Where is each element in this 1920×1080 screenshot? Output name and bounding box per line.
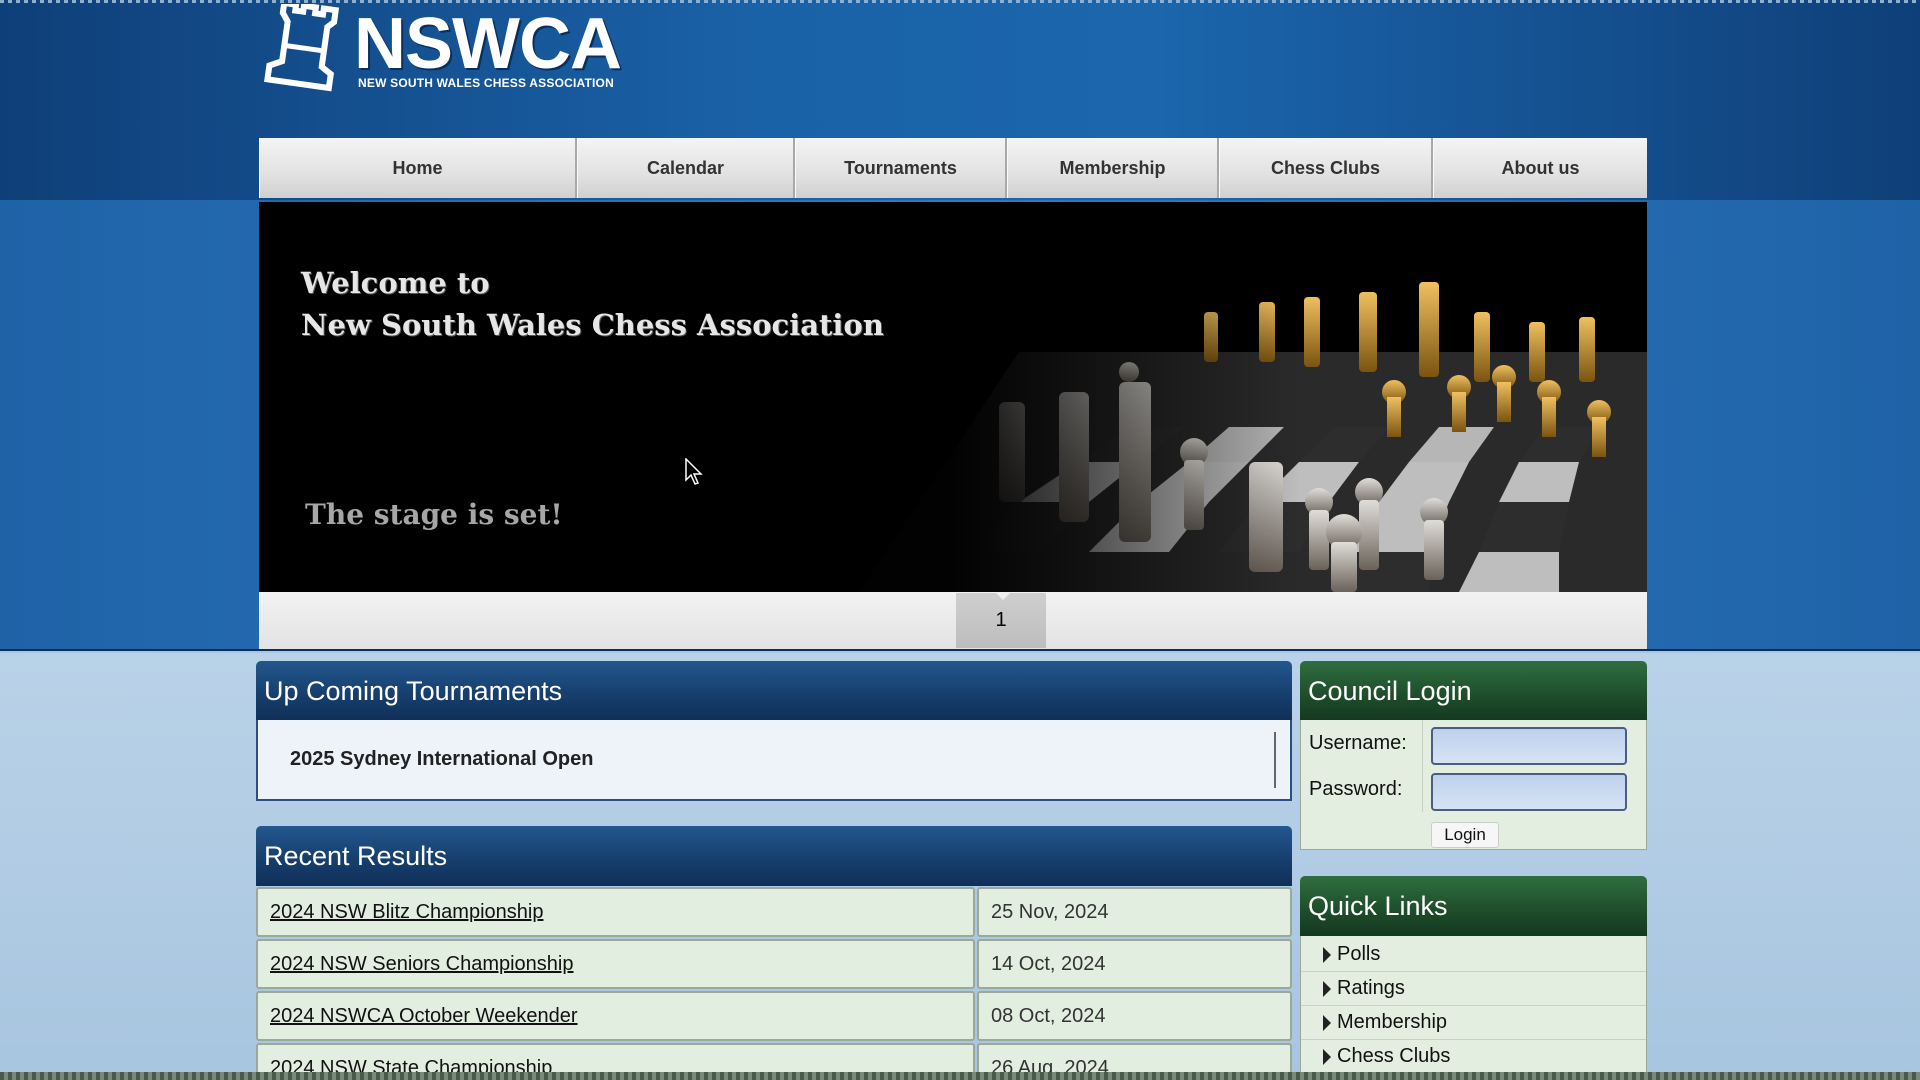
quick-link-chess-clubs[interactable]: Chess Clubs [1301, 1040, 1646, 1074]
result-row: 2024 NSW Seniors Championship 14 Oct, 20… [256, 939, 1292, 989]
quick-link-label: Ratings [1337, 977, 1405, 999]
mouse-cursor-icon [685, 458, 703, 485]
banner-tagline: The stage is set! [305, 498, 563, 531]
result-date: 08 Oct, 2024 [977, 991, 1292, 1041]
result-link[interactable]: 2024 NSW Blitz Championship [256, 887, 975, 937]
council-login-heading: Council Login [1300, 661, 1647, 721]
username-row: Username: [1301, 720, 1648, 766]
quick-link-ratings[interactable]: Ratings [1301, 972, 1646, 1006]
login-button[interactable]: Login [1431, 822, 1499, 848]
result-row: 2024 NSWCA October Weekender 08 Oct, 202… [256, 991, 1292, 1041]
upcoming-tournaments-list: 2025 Sydney International Open [256, 720, 1292, 801]
username-label: Username: [1301, 720, 1423, 766]
quick-link-polls[interactable]: Polls [1301, 938, 1646, 972]
password-row: Password: [1301, 766, 1648, 812]
username-input[interactable] [1431, 727, 1627, 765]
nav-home[interactable]: Home [259, 138, 577, 198]
main-nav: Home Calendar Tournaments Membership Che… [259, 138, 1647, 198]
nav-membership[interactable]: Membership [1007, 138, 1219, 198]
nav-chess-clubs[interactable]: Chess Clubs [1219, 138, 1433, 198]
result-date: 25 Nov, 2024 [977, 887, 1292, 937]
upcoming-tournaments-heading: Up Coming Tournaments [256, 661, 1292, 721]
site-logo[interactable]: NSWCA NEW SOUTH WALES CHESS ASSOCIATION [258, 4, 638, 92]
hero-banner[interactable]: Welcome to New South Wales Chess Associa… [259, 202, 1647, 592]
bottom-edge [0, 1072, 1920, 1080]
nav-tournaments[interactable]: Tournaments [795, 138, 1007, 198]
caret-right-icon [1323, 1048, 1331, 1065]
upcoming-scrollbar[interactable] [1274, 732, 1276, 788]
logo-title: NSWCA [354, 4, 622, 84]
quick-link-label: Chess Clubs [1337, 1045, 1451, 1067]
quick-link-membership[interactable]: Membership [1301, 1006, 1646, 1040]
banner-title: Welcome to New South Wales Chess Associa… [301, 266, 884, 342]
password-input[interactable] [1431, 773, 1627, 811]
quick-links-list: Polls Ratings Membership Chess Clubs [1300, 936, 1647, 1076]
council-login-form: Username: Password: Login [1300, 720, 1647, 850]
quick-links-heading: Quick Links [1300, 876, 1647, 936]
chess-board-pieces-image [259, 202, 1647, 592]
password-label: Password: [1301, 766, 1423, 812]
quick-link-label: Membership [1337, 1011, 1448, 1033]
chess-rook-logo-icon [264, 4, 340, 92]
nav-calendar[interactable]: Calendar [577, 138, 795, 198]
quick-link-label: Polls [1337, 943, 1381, 965]
banner-pager: 1 [259, 592, 1647, 649]
result-link[interactable]: 2024 NSWCA October Weekender [256, 991, 975, 1041]
recent-results-heading: Recent Results [256, 826, 1292, 886]
nav-about-us[interactable]: About us [1433, 138, 1647, 198]
pager-page-1[interactable]: 1 [956, 593, 1046, 648]
caret-right-icon [1323, 980, 1331, 997]
caret-right-icon [1323, 1014, 1331, 1031]
caret-right-icon [1323, 946, 1331, 963]
result-row: 2024 NSW Blitz Championship 25 Nov, 2024 [256, 887, 1292, 937]
upcoming-tournament-item[interactable]: 2025 Sydney International Open [290, 748, 593, 771]
result-link[interactable]: 2024 NSW Seniors Championship [256, 939, 975, 989]
logo-subtitle: NEW SOUTH WALES CHESS ASSOCIATION [358, 76, 614, 90]
result-date: 14 Oct, 2024 [977, 939, 1292, 989]
